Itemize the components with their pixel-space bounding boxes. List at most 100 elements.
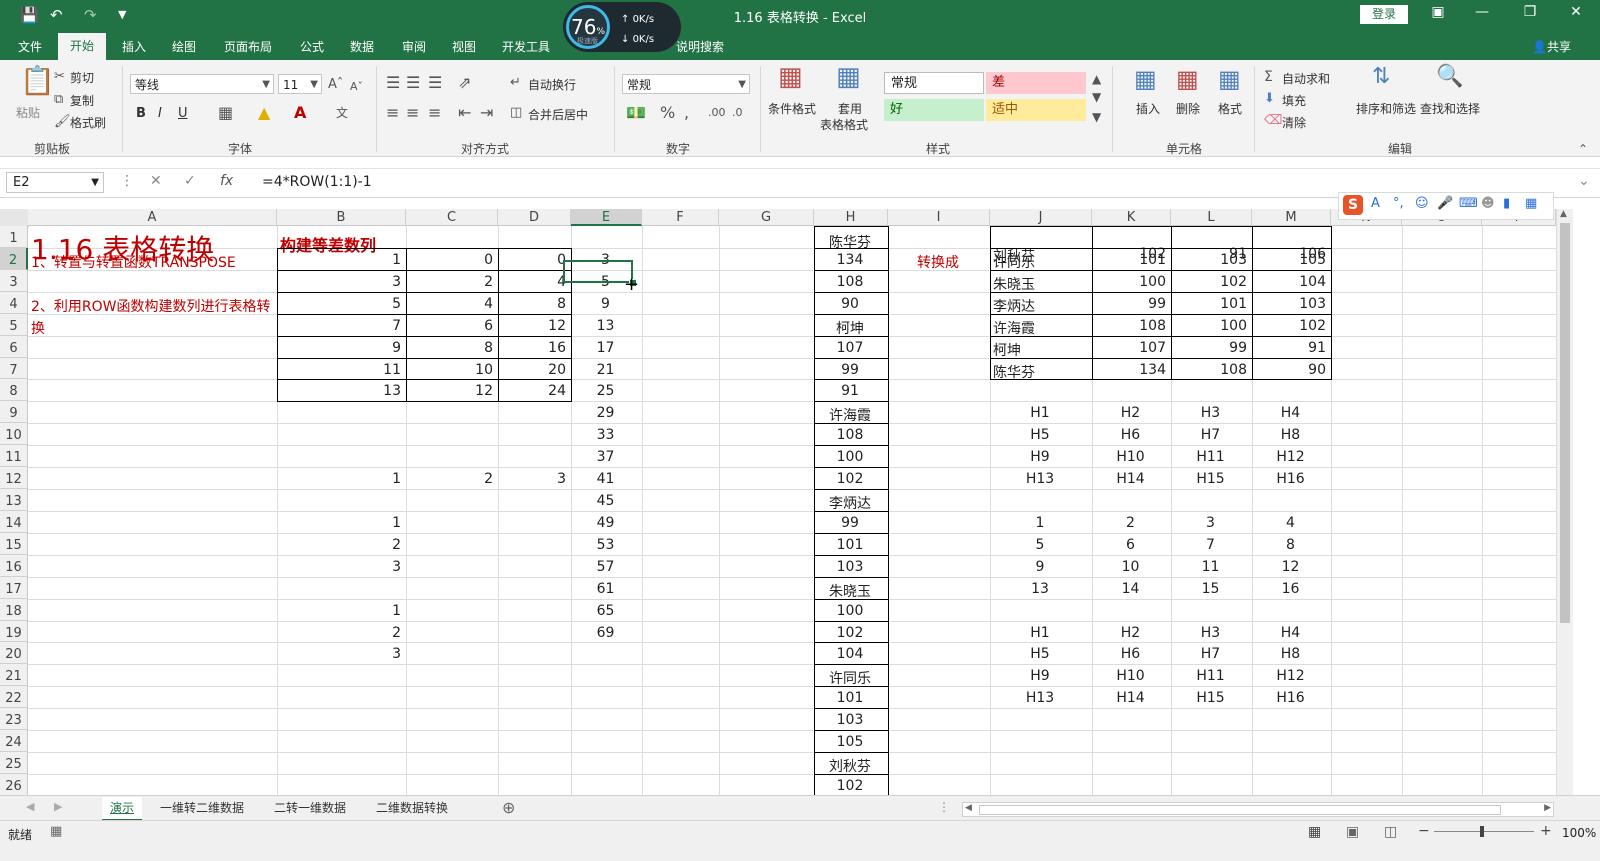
- page-layout-view-icon[interactable]: ▣: [1346, 824, 1359, 840]
- column-header[interactable]: M: [1252, 209, 1331, 226]
- ime-keyboard-icon[interactable]: ⌨: [1459, 196, 1478, 211]
- tab-split-icon[interactable]: ⋮: [938, 800, 950, 814]
- table-cell[interactable]: 3: [280, 559, 401, 575]
- active-cell-selection[interactable]: [563, 260, 633, 283]
- sheet-tab-1d-to-2d[interactable]: 一维转二维数据: [152, 797, 252, 819]
- table-cell[interactable]: H7: [1174, 646, 1247, 662]
- table-cell[interactable]: 13: [574, 318, 637, 334]
- table-cell[interactable]: 9: [993, 559, 1087, 575]
- scroll-right-icon[interactable]: ▶: [1544, 803, 1551, 813]
- ime-toolbar[interactable]: S A °, ☺ 🎤 ⌨ ☻ ▮ ▦: [1338, 192, 1554, 220]
- tab-home[interactable]: 开始: [58, 33, 107, 60]
- insert-function-icon[interactable]: fx: [220, 173, 233, 189]
- tab-draw[interactable]: 绘图: [172, 38, 196, 55]
- share-button[interactable]: 👤共享: [1532, 38, 1571, 55]
- table-cell[interactable]: H4: [1255, 625, 1326, 641]
- ime-language-icon[interactable]: A: [1371, 196, 1380, 211]
- table-cell[interactable]: 2: [1095, 515, 1166, 531]
- formula-input[interactable]: =4*ROW(1:1)-1: [262, 174, 372, 190]
- table-cell[interactable]: H3: [1174, 405, 1247, 421]
- minimize-icon[interactable]: —: [1462, 4, 1502, 20]
- table-cell[interactable]: H16: [1255, 690, 1326, 706]
- phonetic-icon[interactable]: 文: [336, 104, 348, 122]
- row-header[interactable]: 25: [0, 752, 28, 774]
- table-cell[interactable]: 69: [574, 625, 637, 641]
- tab-page-layout[interactable]: 页面布局: [224, 38, 272, 55]
- column-header[interactable]: D: [498, 209, 571, 226]
- scroll-up-icon[interactable]: ▲: [1560, 209, 1567, 219]
- border-icon[interactable]: ▦: [218, 104, 233, 122]
- horizontal-scrollbar[interactable]: ◀ ▶: [962, 802, 1554, 817]
- zoom-in-icon[interactable]: +: [1540, 823, 1552, 839]
- table-cell[interactable]: 57: [574, 559, 637, 575]
- style-normal[interactable]: 常规: [884, 72, 984, 94]
- table-cell[interactable]: 1: [993, 515, 1087, 531]
- bold-button[interactable]: B: [136, 106, 146, 121]
- table-cell[interactable]: H6: [1095, 646, 1166, 662]
- copy-button[interactable]: 复制: [70, 92, 94, 109]
- orientation-icon[interactable]: ⇗: [458, 74, 471, 92]
- column-header[interactable]: E: [571, 209, 642, 226]
- table-cell[interactable]: 45: [574, 493, 637, 509]
- convert-to-label[interactable]: 转换成: [891, 252, 985, 272]
- table-cell[interactable]: 3: [501, 471, 566, 487]
- table-cell[interactable]: 41: [574, 471, 637, 487]
- table-cell[interactable]: 65: [574, 603, 637, 619]
- merge-center-button[interactable]: 合并后居中: [528, 106, 588, 123]
- align-top-icon[interactable]: ☰: [386, 74, 400, 92]
- table-cell[interactable]: H2: [1095, 625, 1166, 641]
- row-header[interactable]: 8: [0, 379, 28, 402]
- insert-cells-button[interactable]: 插入: [1136, 100, 1160, 117]
- table-cell[interactable]: H15: [1174, 690, 1247, 706]
- format-cells-button[interactable]: 格式: [1218, 100, 1242, 117]
- table-cell[interactable]: 29: [574, 405, 637, 421]
- table-cell[interactable]: H9: [993, 449, 1087, 465]
- align-bottom-icon[interactable]: ☰: [428, 74, 442, 92]
- table-cell[interactable]: 37: [574, 449, 637, 465]
- table-cell[interactable]: H3: [1174, 625, 1247, 641]
- tab-file[interactable]: 文件: [18, 38, 42, 55]
- cancel-entry-icon[interactable]: ✕: [150, 173, 162, 189]
- ribbon-display-options-icon[interactable]: ▣: [1418, 4, 1458, 20]
- ime-skin-icon[interactable]: ▮: [1503, 196, 1510, 211]
- expand-formula-bar-icon[interactable]: ⌄: [1578, 173, 1590, 189]
- font-size-select[interactable]: 11 ▼: [278, 74, 322, 94]
- row-header[interactable]: 12: [0, 467, 28, 490]
- table-cell[interactable]: 21: [574, 362, 637, 378]
- normal-view-icon[interactable]: ▦: [1308, 824, 1321, 840]
- decrease-decimal-icon[interactable]: .0: [732, 104, 743, 122]
- collapse-ribbon-icon[interactable]: ⌃: [1578, 140, 1588, 158]
- table-cell[interactable]: 10: [1095, 559, 1166, 575]
- styles-scroll-down-icon[interactable]: ▼: [1092, 88, 1101, 106]
- row-header[interactable]: 3: [0, 269, 28, 292]
- table-cell[interactable]: 8: [1255, 537, 1326, 553]
- styles-scroll-up-icon[interactable]: ▲: [1092, 70, 1101, 88]
- next-sheet-icon[interactable]: ▶: [54, 800, 62, 813]
- font-color-icon[interactable]: A: [294, 104, 306, 122]
- autosum-button[interactable]: 自动求和: [1282, 70, 1330, 87]
- table-cell[interactable]: 17: [574, 340, 637, 356]
- conditional-formatting-button[interactable]: 条件格式: [768, 100, 816, 117]
- format-as-table-label-1[interactable]: 套用: [838, 100, 862, 117]
- table-cell[interactable]: 3: [1174, 515, 1247, 531]
- table-cell[interactable]: 4: [1255, 515, 1326, 531]
- row-header[interactable]: 6: [0, 335, 28, 358]
- align-right-icon[interactable]: ≡: [428, 104, 441, 122]
- table-cell[interactable]: 11: [1174, 559, 1247, 575]
- table-cell[interactable]: 1: [280, 515, 401, 531]
- row-header[interactable]: 4: [0, 291, 28, 314]
- column-header[interactable]: H: [814, 209, 888, 226]
- comma-style-icon[interactable]: ,: [684, 104, 689, 122]
- table-cell[interactable]: H5: [993, 646, 1087, 662]
- table-cell[interactable]: 2: [280, 625, 401, 641]
- row-header[interactable]: 13: [0, 489, 28, 511]
- italic-button[interactable]: I: [158, 106, 162, 121]
- vertical-scrollbar[interactable]: ▲ ▼: [1556, 209, 1573, 810]
- format-as-table-label-2[interactable]: 表格格式: [820, 116, 868, 133]
- table-cell[interactable]: 2: [280, 537, 401, 553]
- table-cell[interactable]: H6: [1095, 427, 1166, 443]
- select-all-corner[interactable]: [0, 209, 29, 227]
- ime-punctuation-icon[interactable]: °,: [1393, 196, 1404, 211]
- restore-icon[interactable]: ❐: [1510, 4, 1550, 20]
- row-header[interactable]: 19: [0, 620, 28, 643]
